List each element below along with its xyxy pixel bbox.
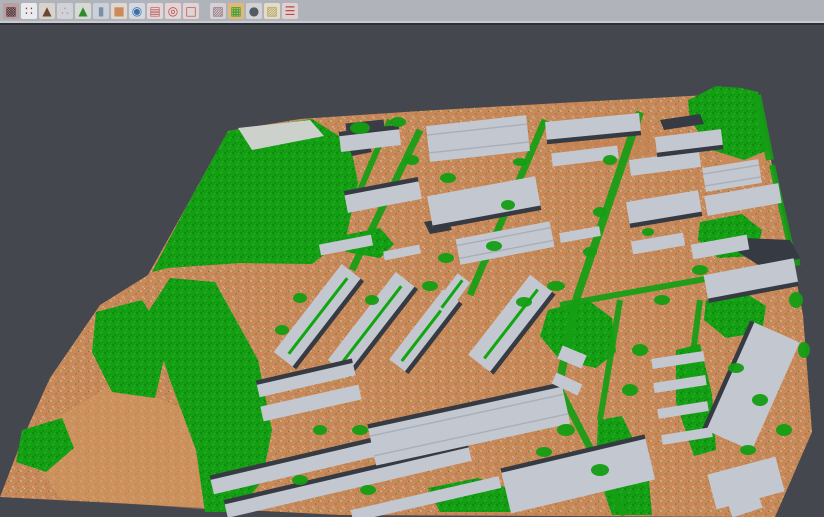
tree-blob <box>536 447 552 457</box>
toolbar-icon-gray-mesh[interactable]: ▨ <box>210 3 226 19</box>
tree-blob <box>583 247 597 257</box>
tree-blob <box>486 241 502 251</box>
tree-blob <box>313 425 327 435</box>
tree-blob <box>654 295 670 305</box>
tree-blob <box>789 292 803 308</box>
tree-blob <box>632 344 648 356</box>
toolbar-icon-blue-panel[interactable]: ▮ <box>93 3 109 19</box>
toolbar-icon-red-bars[interactable]: ☰ <box>282 3 298 19</box>
tree-blob <box>513 158 527 166</box>
toolbar-icon-red-target[interactable]: ◎ <box>165 3 181 19</box>
tree-blob <box>593 207 607 217</box>
toolbar-icon-points-pair[interactable]: ∷ <box>21 3 37 19</box>
tree-blob <box>360 485 376 495</box>
tree-blob <box>798 342 810 358</box>
tree-blob <box>352 425 368 435</box>
tree-blob <box>405 155 419 165</box>
tree-blob <box>350 122 370 134</box>
toolbar-icon-gray-points[interactable]: ∴ <box>57 3 73 19</box>
toolbar-icon-orange-ortho[interactable]: ■ <box>111 3 127 19</box>
terrain-tile <box>0 86 812 517</box>
viewport[interactable] <box>0 25 824 517</box>
tree-blob <box>516 297 532 307</box>
tree-blob <box>422 281 438 291</box>
tree-blob <box>292 475 308 485</box>
tree-blob <box>275 325 289 335</box>
toolbar-icon-globe[interactable]: ◉ <box>129 3 145 19</box>
toolbar-icon-red-grid[interactable]: ▩ <box>3 3 19 19</box>
toolbar-icon-red-selection[interactable]: □ <box>183 3 199 19</box>
toolbar-icon-green-terrain[interactable]: ▲ <box>75 3 91 19</box>
tree-blob <box>603 155 617 165</box>
tree-blob <box>642 228 654 236</box>
viewport-scene[interactable] <box>0 25 824 517</box>
tree-blob <box>438 253 454 263</box>
tree-blob <box>547 281 565 291</box>
tree-blob <box>365 295 379 305</box>
tree-blob <box>440 173 456 183</box>
toolbar-icon-dark-sphere[interactable]: ● <box>246 3 262 19</box>
main-toolbar: ▩∷▲∴▲▮■◉▤◎□▨▦●▨☰ <box>0 0 824 21</box>
toolbar-icon-brown-terrain[interactable]: ▲ <box>39 3 55 19</box>
toolbar-icon-classified-map[interactable]: ▦ <box>228 3 244 19</box>
tree-blob <box>293 293 307 303</box>
toolbar-icon-yellow-export[interactable]: ▨ <box>264 3 280 19</box>
toolbar-icon-red-list[interactable]: ▤ <box>147 3 163 19</box>
tree-blob <box>591 464 609 476</box>
tree-blob <box>390 117 406 127</box>
tree-blob <box>692 265 708 275</box>
tree-blob <box>740 445 756 455</box>
tree-blob <box>622 384 638 396</box>
app-window: ▩∷▲∴▲▮■◉▤◎□▨▦●▨☰ <box>0 0 824 517</box>
tree-blob <box>501 200 515 210</box>
tree-blob <box>776 424 792 436</box>
tree-blob <box>557 424 575 436</box>
tree-blob <box>728 363 744 373</box>
tree-blob <box>752 394 768 406</box>
